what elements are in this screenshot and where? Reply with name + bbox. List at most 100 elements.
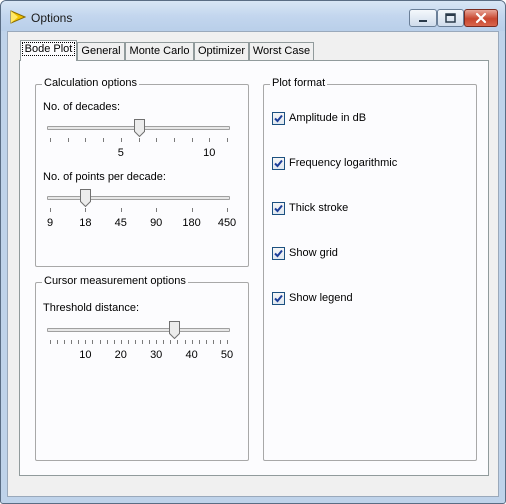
plot-format-group: Plot format Amplitude in dB Frequency log… xyxy=(263,77,477,461)
group-title: Calculation options xyxy=(42,77,139,89)
minimize-button[interactable] xyxy=(409,9,437,27)
slider-tick-label: 450 xyxy=(217,217,237,229)
slider-tick-label: 90 xyxy=(150,217,163,229)
points-per-decade-slider[interactable]: 9 18 45 90 180 450 xyxy=(46,188,236,236)
group-title: Plot format xyxy=(270,77,328,89)
threshold-distance-slider[interactable]: 10 20 30 40 50 xyxy=(47,320,234,368)
close-icon xyxy=(475,12,487,24)
slider-tick xyxy=(184,340,186,344)
slider-tick xyxy=(191,138,193,142)
slider-tick-label: 18 xyxy=(79,217,92,229)
slider-tick-label: 180 xyxy=(182,217,201,229)
slider-tick-label: 40 xyxy=(185,349,198,361)
slider-thumb-icon xyxy=(133,119,145,138)
tab-label: Worst Case xyxy=(252,45,311,57)
slider-tick-label: 5 xyxy=(117,147,124,159)
checkbox-label: Thick stroke xyxy=(289,202,349,214)
slider-tick-label: 10 xyxy=(203,147,216,159)
slider-tick-label: 20 xyxy=(114,349,127,361)
cursor-measurement-group: Cursor measurement options Threshold dis… xyxy=(35,275,249,461)
slider-tick xyxy=(209,138,211,142)
slider-tick xyxy=(191,208,193,212)
checkbox[interactable] xyxy=(272,202,285,215)
tab-monte-carlo[interactable]: Monte Carlo xyxy=(125,42,194,60)
tab-label: Monte Carlo xyxy=(129,45,190,57)
tab-label: Bode Plot xyxy=(21,42,76,56)
checkbox[interactable] xyxy=(272,157,285,170)
slider-tick xyxy=(173,138,175,142)
slider-tick xyxy=(219,340,221,344)
title-bar[interactable]: Options xyxy=(1,1,505,31)
slider-tick xyxy=(212,340,214,344)
slider-tick xyxy=(120,138,122,142)
slider-tick xyxy=(50,208,51,212)
slider-tick-label: 30 xyxy=(150,349,163,361)
checkbox-label: Frequency logarithmic xyxy=(289,157,398,169)
slider-tick-label: 50 xyxy=(220,349,234,361)
slider-tick xyxy=(57,340,59,344)
slider-tick xyxy=(71,340,73,344)
tab-label: Optimizer xyxy=(197,45,246,57)
threshold-label: Threshold distance: xyxy=(43,302,139,314)
slider-tick xyxy=(138,138,140,142)
slider-tick xyxy=(127,340,129,344)
slider-thumb[interactable] xyxy=(80,189,92,208)
checkmark-icon xyxy=(274,114,283,123)
calculation-options-group: Calculation options No. of decades: 5 10 … xyxy=(35,77,249,267)
checkmark-icon xyxy=(274,294,283,303)
slider-tick xyxy=(64,340,66,344)
tab-bode-plot[interactable]: Bode Plot xyxy=(20,40,77,61)
slider-track xyxy=(47,196,230,200)
slider-tick xyxy=(103,138,105,142)
maximize-icon xyxy=(445,13,456,23)
slider-tick xyxy=(85,138,87,142)
slider-tick-label: 45 xyxy=(114,217,127,229)
maximize-button[interactable] xyxy=(437,9,464,27)
app-logo-icon xyxy=(10,10,26,24)
slider-track xyxy=(47,328,230,332)
checkbox[interactable] xyxy=(272,292,285,305)
checkmark-icon xyxy=(274,249,283,258)
slider-tick xyxy=(227,340,228,344)
slider-tick xyxy=(227,208,228,212)
slider-tick xyxy=(78,340,80,344)
slider-tick xyxy=(191,340,193,344)
slider-tick xyxy=(120,340,122,344)
slider-tick xyxy=(156,208,158,212)
slider-thumb[interactable] xyxy=(168,321,180,340)
tab-optimizer[interactable]: Optimizer xyxy=(194,42,249,60)
options-window: Options Bode Plot General Monte Carlo Op… xyxy=(0,0,506,504)
minimize-icon xyxy=(419,20,427,22)
slider-tick xyxy=(134,340,136,344)
tab-worst-case[interactable]: Worst Case xyxy=(249,42,314,60)
slider-thumb-icon xyxy=(168,321,180,340)
slider-tick xyxy=(177,340,179,344)
decades-slider[interactable]: 5 10 xyxy=(47,118,232,166)
slider-tick xyxy=(120,208,122,212)
slider-tick xyxy=(92,340,94,344)
checkbox-label: Amplitude in dB xyxy=(289,112,367,124)
checkbox[interactable] xyxy=(272,247,285,260)
slider-tick xyxy=(156,340,158,344)
slider-tick xyxy=(85,208,87,212)
checkbox-label: Show grid xyxy=(289,247,338,259)
slider-tick xyxy=(50,340,51,344)
slider-thumb[interactable] xyxy=(133,119,145,138)
slider-tick xyxy=(85,340,87,344)
checkbox[interactable] xyxy=(272,112,285,125)
slider-tick xyxy=(113,340,115,344)
tab-general[interactable]: General xyxy=(77,42,125,60)
checkmark-icon xyxy=(274,204,283,213)
slider-tick xyxy=(106,340,108,344)
slider-tick xyxy=(67,138,69,142)
dialog-client-area: Bode Plot General Monte Carlo Optimizer … xyxy=(7,31,499,497)
slider-tick xyxy=(163,340,165,344)
tab-label: General xyxy=(81,45,121,57)
slider-tick xyxy=(50,138,51,142)
slider-tick xyxy=(170,340,172,344)
slider-tick-label: 9 xyxy=(46,217,54,229)
close-button[interactable] xyxy=(464,9,498,27)
slider-tick xyxy=(99,340,101,344)
window-title: Options xyxy=(31,11,73,25)
slider-thumb-icon xyxy=(80,189,92,208)
